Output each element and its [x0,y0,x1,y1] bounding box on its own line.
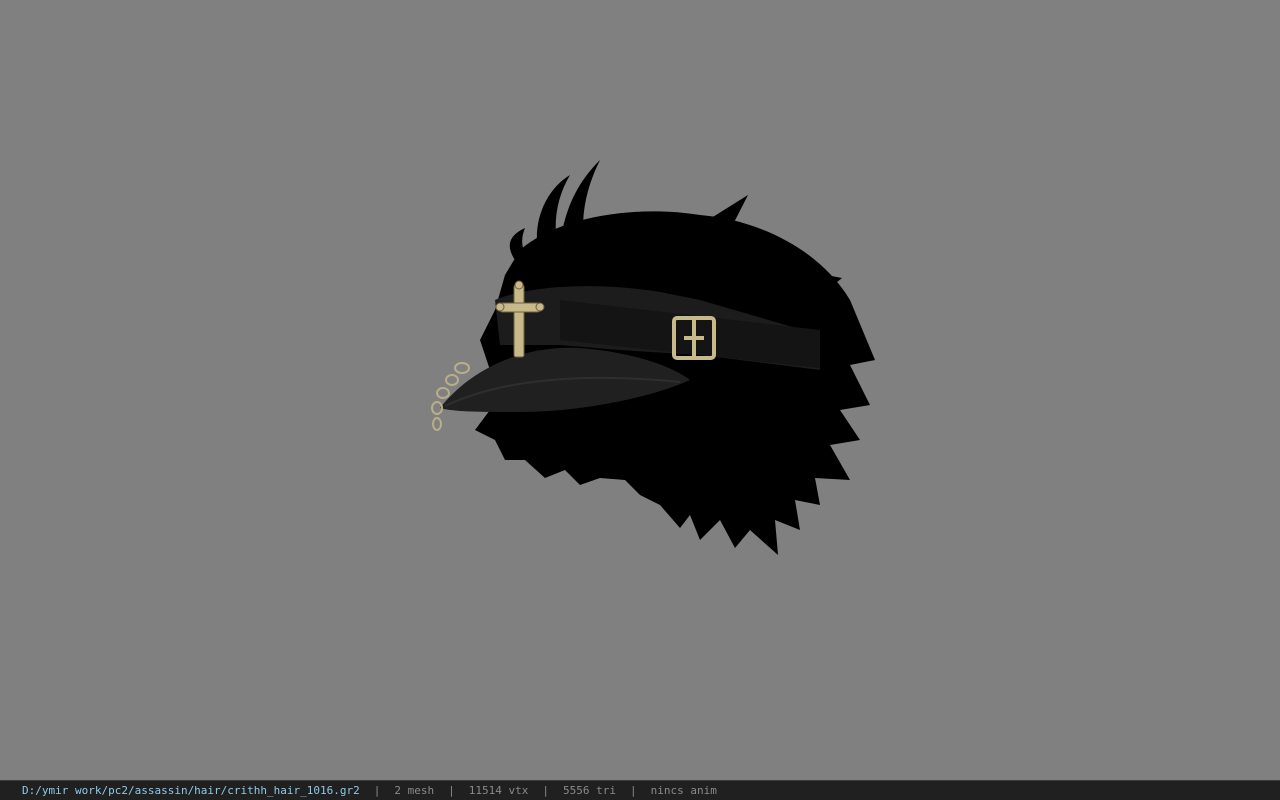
triangle-count: 5556 tri [563,784,616,797]
3d-viewport[interactable] [0,0,1280,780]
mesh-count: 2 mesh [394,784,435,797]
hair-model [431,160,875,555]
separator: | [629,784,637,797]
separator: | [373,784,381,797]
animation-status: nincs anim [650,784,717,797]
file-path: D:/ymir work/pc2/assassin/hair/crithh_ha… [22,784,360,797]
separator: | [448,784,455,797]
separator: | [542,784,549,797]
vertex-count: 11514 vtx [468,784,529,797]
status-bar: D:/ymir work/pc2/assassin/hair/crithh_ha… [0,780,1280,800]
